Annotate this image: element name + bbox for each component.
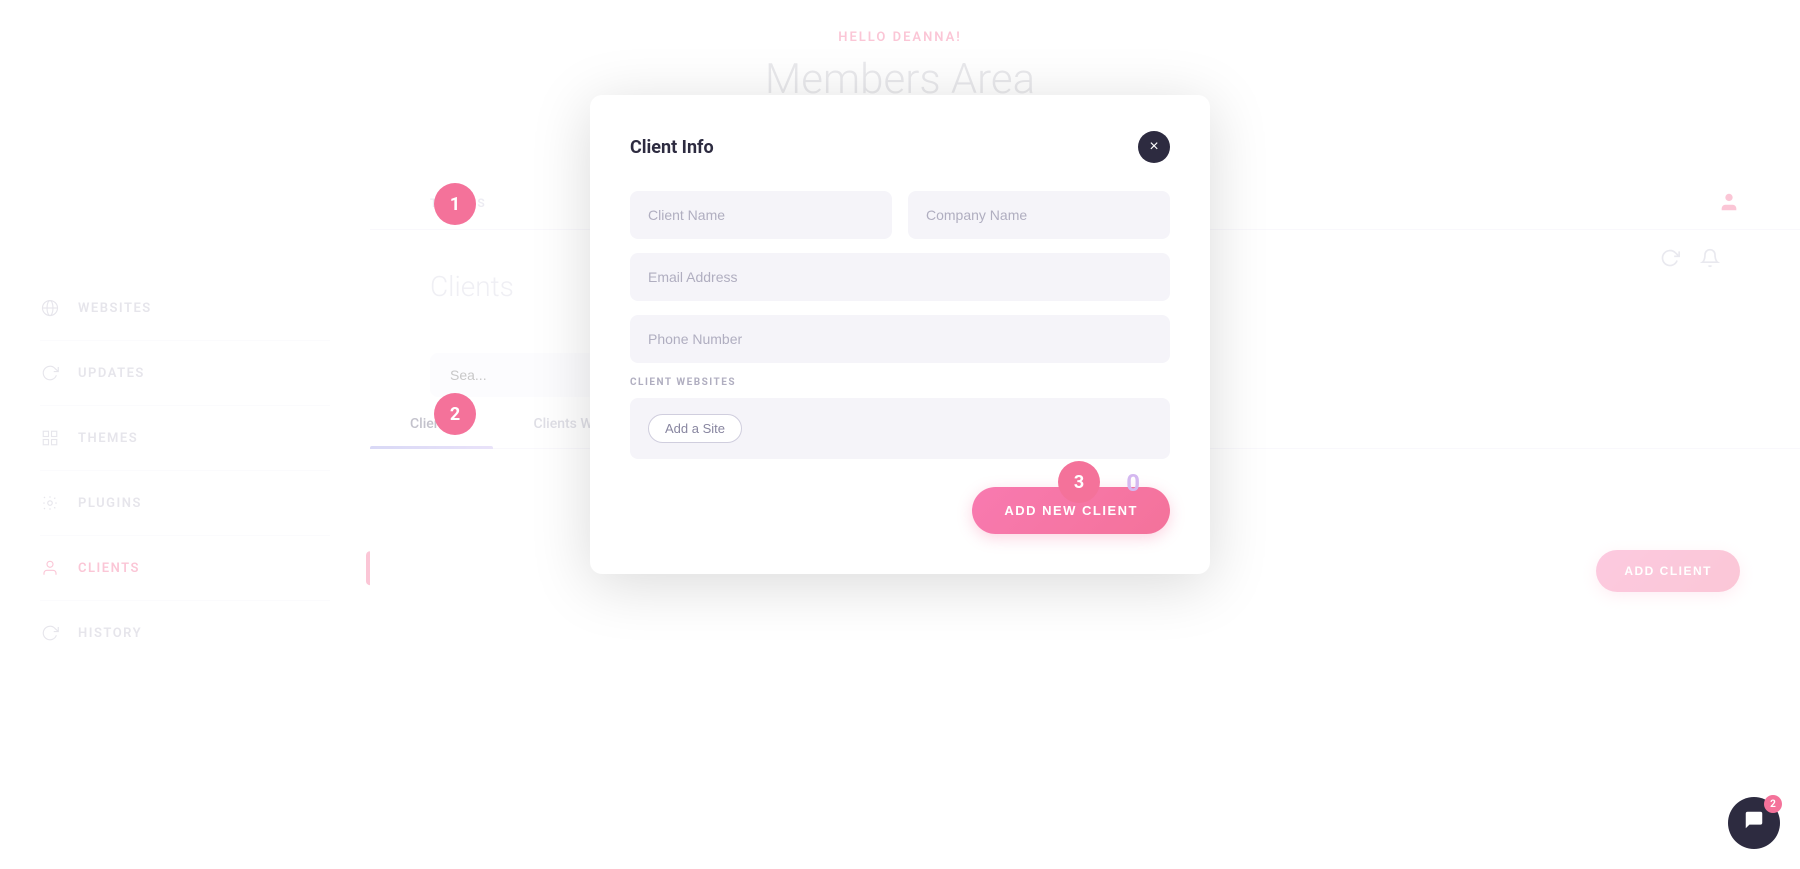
phone-input[interactable] [630, 315, 1170, 363]
chat-badge: 2 [1764, 795, 1782, 813]
chat-bubble[interactable]: 2 [1728, 797, 1780, 849]
websites-area: Add a Site [630, 398, 1170, 459]
client-websites-label: CLIENT WEBSITES [630, 377, 1170, 388]
phone-row [630, 315, 1170, 363]
add-site-button[interactable]: Add a Site [648, 414, 742, 443]
chat-icon [1743, 809, 1765, 837]
step-badge-3: 3 [1058, 461, 1100, 503]
modal-header: Client Info × [630, 131, 1170, 163]
client-info-modal: Client Info × CLIENT WEBSITES Add a Site… [590, 95, 1210, 574]
client-name-input[interactable] [630, 191, 892, 239]
email-input[interactable] [630, 253, 1170, 301]
company-name-input[interactable] [908, 191, 1170, 239]
step-badge-1: 1 [434, 183, 476, 225]
step3-number: 0 [1126, 469, 1140, 497]
name-row [630, 191, 1170, 239]
step-badge-2: 2 [434, 393, 476, 435]
email-row [630, 253, 1170, 301]
modal-title: Client Info [630, 137, 714, 158]
modal-close-button[interactable]: × [1138, 131, 1170, 163]
